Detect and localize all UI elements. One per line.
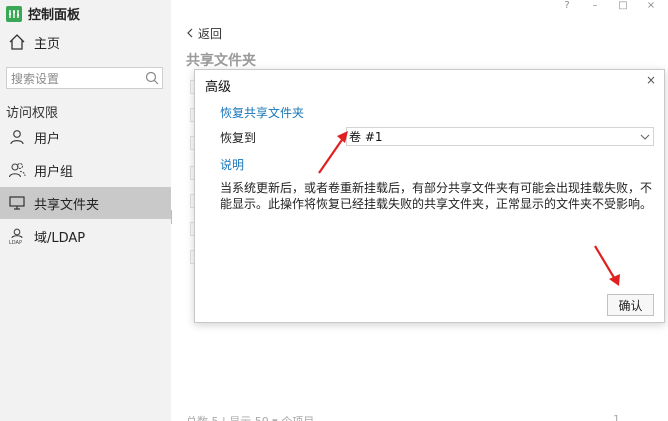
chevron-left-icon — [186, 27, 194, 41]
dialog-close-button[interactable]: × — [646, 73, 656, 87]
confirm-button[interactable]: 确认 — [607, 294, 654, 316]
sidebar-item-users[interactable]: 用户 — [0, 121, 171, 153]
search-placeholder: 搜索设置 — [11, 71, 60, 86]
sidebar-item-shared-folders[interactable]: 共享文件夹 — [0, 187, 171, 219]
description-heading: 说明 — [220, 158, 245, 172]
help-button[interactable]: ? — [562, 0, 572, 11]
app-title: 控制面板 — [6, 4, 80, 23]
sidebar-item-home[interactable]: 主页 — [0, 26, 171, 58]
maximize-button[interactable]: □ — [618, 0, 628, 11]
footer-status: 总数 5 | 显示 50 ▾ 个项目 — [186, 413, 314, 421]
sidebar: 控制面板 主页 搜索设置 访问权限 用户 用户组 共享文件夹 LDAP 域/LD… — [0, 0, 171, 421]
page-title: 共享文件夹 — [186, 53, 256, 69]
search-icon[interactable] — [142, 71, 162, 85]
control-panel-logo-icon — [6, 5, 22, 22]
home-icon — [8, 33, 26, 51]
sidebar-item-label: 用户组 — [34, 164, 74, 180]
user-icon — [8, 128, 26, 146]
sidebar-item-label: 共享文件夹 — [34, 197, 100, 213]
svg-text:LDAP: LDAP — [9, 240, 22, 245]
annotation-arrow-icon — [594, 245, 620, 286]
dialog-title: 高级 — [205, 80, 232, 95]
section-label-access: 访问权限 — [6, 106, 59, 121]
back-link[interactable]: 返回 — [186, 25, 222, 42]
annotation-arrow-icon — [318, 131, 348, 174]
footer-page-number[interactable]: 1 — [613, 413, 620, 421]
restore-shared-folders-link[interactable]: 恢复共享文件夹 — [220, 104, 304, 121]
sidebar-item-label: 用户 — [34, 131, 61, 147]
sidebar-item-user-groups[interactable]: 用户组 — [0, 154, 171, 186]
user-group-icon — [8, 161, 26, 179]
sidebar-item-label: 域/LDAP — [34, 230, 86, 246]
back-label: 返回 — [198, 27, 223, 41]
window-close-button[interactable]: × — [646, 0, 656, 11]
sidebar-item-ldap[interactable]: LDAP 域/LDAP — [0, 220, 171, 252]
shared-folder-icon — [8, 194, 26, 212]
app-title-text: 控制面板 — [28, 8, 81, 23]
ldap-icon: LDAP — [8, 227, 26, 245]
restore-to-label: 恢复到 — [220, 131, 257, 145]
search-input[interactable]: 搜索设置 — [6, 67, 163, 89]
minimize-button[interactable]: – — [590, 0, 600, 11]
description-text: 当系统更新后，或者卷重新挂载后，有部分共享文件夹有可能会出现挂载失败，不能显示。… — [220, 181, 653, 211]
sidebar-resize-handle[interactable] — [171, 210, 174, 224]
window-controls: ? – □ × — [562, 0, 656, 11]
restore-to-select[interactable]: 卷 #1 — [346, 127, 654, 146]
chevron-down-icon — [637, 134, 653, 140]
restore-to-value: 卷 #1 — [349, 130, 383, 144]
sidebar-item-label: 主页 — [34, 36, 61, 52]
